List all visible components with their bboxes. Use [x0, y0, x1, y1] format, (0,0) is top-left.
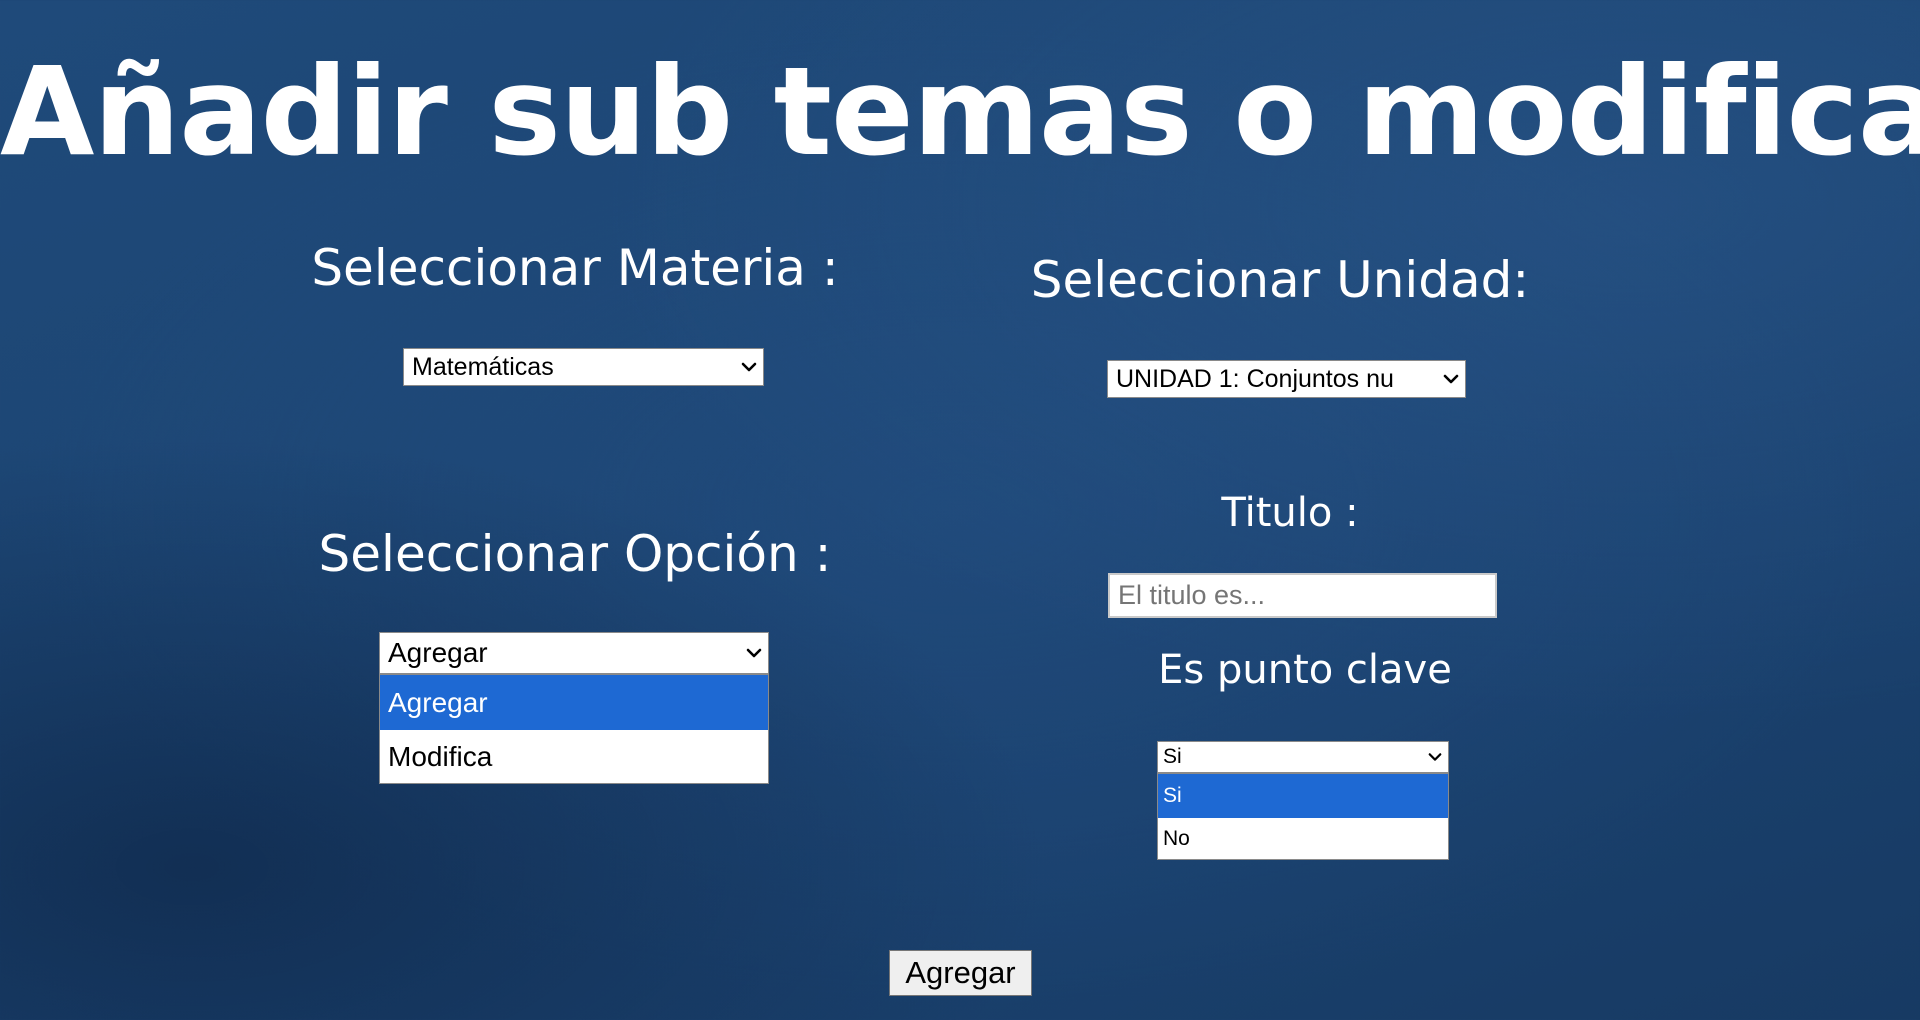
- chevron-down-icon: [741, 362, 757, 372]
- chevron-down-icon: [746, 648, 762, 658]
- agregar-submit-button[interactable]: Agregar: [889, 950, 1032, 996]
- punto-clave-dropdown-list: Si No: [1157, 773, 1449, 860]
- punto-clave-label: Es punto clave: [1158, 647, 1452, 693]
- unidad-select-value: UNIDAD 1: Conjuntos nu: [1116, 364, 1394, 393]
- materia-label: Seleccionar Materia :: [311, 239, 839, 297]
- page-title: Añadir sub temas o modificar: [0, 41, 1920, 183]
- opcion-dropdown-list: Agregar Modifica: [379, 674, 769, 784]
- titulo-input[interactable]: [1108, 573, 1497, 618]
- chevron-down-icon: [1428, 753, 1442, 761]
- titulo-label: Titulo :: [1221, 490, 1359, 536]
- opcion-label: Seleccionar Opción :: [318, 525, 832, 583]
- unidad-select[interactable]: UNIDAD 1: Conjuntos nu: [1107, 360, 1466, 398]
- punto-clave-option-no[interactable]: No: [1158, 818, 1448, 859]
- opcion-option-agregar[interactable]: Agregar: [380, 675, 768, 730]
- opcion-select[interactable]: Agregar: [379, 632, 769, 674]
- unidad-label: Seleccionar Unidad:: [1030, 251, 1530, 309]
- chevron-down-icon: [1443, 374, 1459, 384]
- opcion-select-value: Agregar: [388, 637, 488, 668]
- punto-clave-option-si[interactable]: Si: [1158, 774, 1448, 818]
- opcion-option-modifica[interactable]: Modifica: [380, 730, 768, 783]
- materia-select-value: Matemáticas: [412, 352, 554, 381]
- materia-select[interactable]: Matemáticas: [403, 348, 764, 386]
- punto-clave-select[interactable]: Si: [1157, 741, 1449, 773]
- punto-clave-select-value: Si: [1163, 745, 1182, 768]
